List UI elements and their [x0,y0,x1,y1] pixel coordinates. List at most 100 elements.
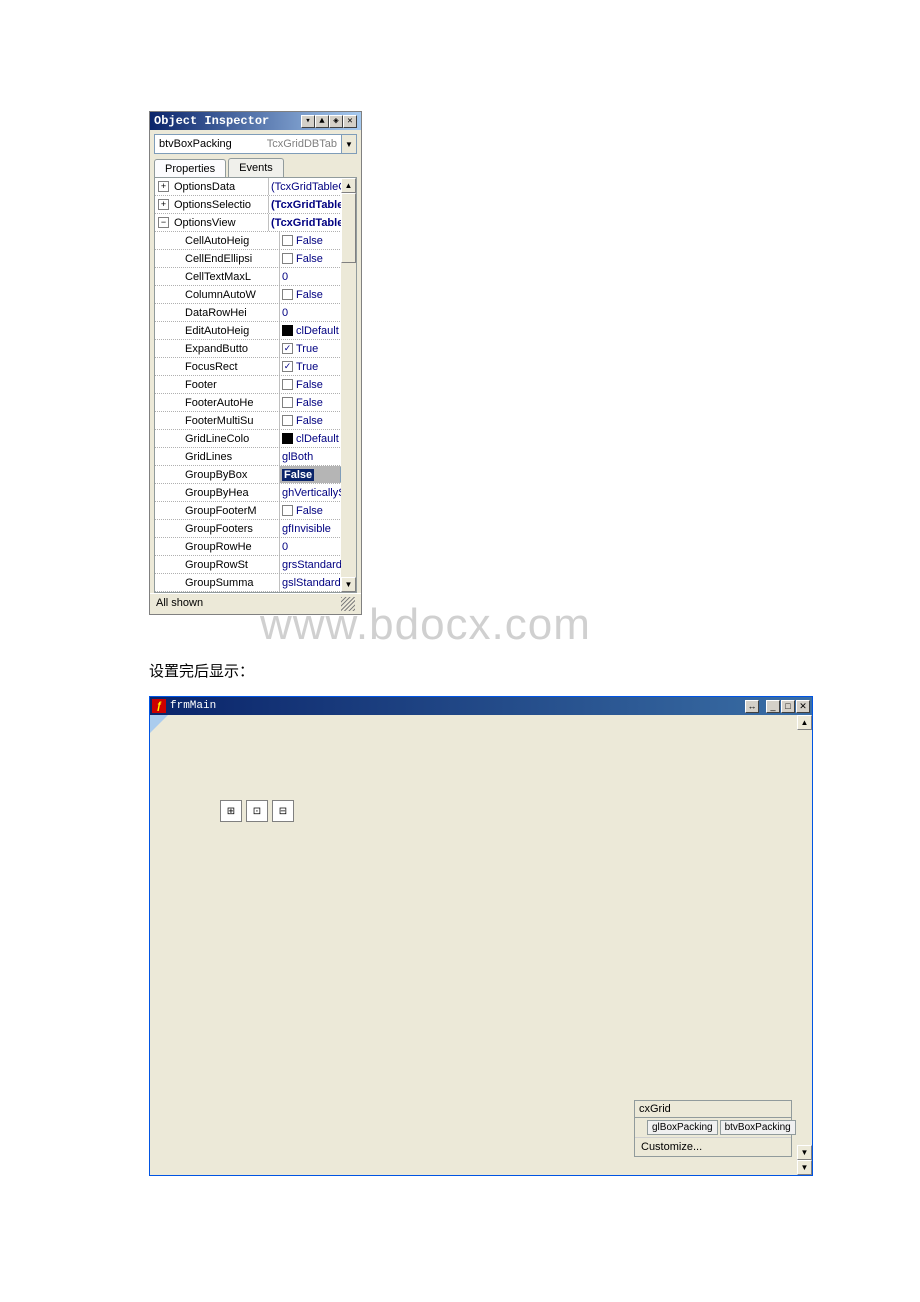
expand-spacer [169,325,180,336]
property-name: EditAutoHeig [183,325,279,337]
property-row[interactable]: FooterAutoHeFalse [155,394,356,412]
customize-button[interactable]: Customize... [635,1138,791,1156]
stay-on-top-icon[interactable]: ↔ [745,700,759,713]
expand-spacer [169,379,180,390]
property-name: GroupByBox [183,469,279,481]
component-name: btvBoxPacking [155,136,236,152]
designer-window: ƒ frmMain ↔ _ □ ✕ ⊞ ⊡ ⊟ cxGrid glBoxPack… [149,696,813,1176]
property-name: GridLineColo [183,433,279,445]
property-row[interactable]: +OptionsData(TcxGridTableO [155,178,356,196]
expand-icon[interactable]: + [158,199,169,210]
maximize-icon[interactable]: □ [781,700,795,713]
scroll-down-icon[interactable]: ▼ [797,1145,812,1160]
property-row[interactable]: CellAutoHeigFalse [155,232,356,250]
grid-level-row: glBoxPacking btvBoxPacking [635,1118,791,1138]
property-row[interactable]: CellTextMaxL0 [155,268,356,286]
property-row[interactable]: GroupSummagslStandard [155,574,356,592]
property-name: GroupRowSt [183,559,279,571]
property-name: GroupFooterM [183,505,279,517]
minimize-icon[interactable]: _ [766,700,780,713]
expand-spacer [169,343,180,354]
checkbox-icon[interactable] [282,289,293,300]
property-row[interactable]: FooterMultiSuFalse [155,412,356,430]
property-row[interactable]: DataRowHei0 [155,304,356,322]
scroll-up-icon[interactable]: ▲ [797,715,812,730]
expand-spacer [169,469,180,480]
checkbox-icon[interactable]: ✓ [282,343,293,354]
dataset-icon[interactable]: ⊞ [220,800,242,822]
property-row[interactable]: GridLineColoclDefault [155,430,356,448]
expand-spacer [169,451,180,462]
component-icon[interactable]: ⊟ [272,800,294,822]
color-swatch-icon [282,325,293,336]
rollup-icon[interactable]: ▲ [315,115,329,128]
checkbox-icon[interactable] [282,397,293,408]
scroll-up-icon[interactable]: ▲ [341,178,356,193]
property-name: Footer [183,379,279,391]
grid-structure-panel[interactable]: cxGrid glBoxPacking btvBoxPacking Custom… [634,1100,792,1157]
caption-label: 设置完后显示： [149,660,254,681]
property-row[interactable]: ExpandButto✓True [155,340,356,358]
designer-title: frmMain [170,700,745,712]
property-row[interactable]: EditAutoHeigclDefault [155,322,356,340]
checkbox-icon[interactable] [282,235,293,246]
inspector-tabs: Properties Events [154,158,357,177]
scrollbar-vertical[interactable]: ▲ ▼ [341,178,356,592]
property-name: ColumnAutoW [183,289,279,301]
component-combo[interactable]: btvBoxPacking TcxGridDBTab ▼ [154,134,357,154]
scroll-down-icon[interactable]: ▼ [341,577,356,592]
datasource-icon[interactable]: ⊡ [246,800,268,822]
tab-events[interactable]: Events [228,158,284,177]
combo-dropdown-icon[interactable]: ▼ [341,135,356,153]
close-icon[interactable]: ✕ [796,700,810,713]
object-inspector-titlebar[interactable]: Object Inspector ▾ ▲ ◈ ✕ [150,112,361,130]
scroll-down-corner-icon[interactable]: ▼ [797,1160,812,1175]
grid-level-label[interactable]: glBoxPacking [647,1120,718,1135]
expand-spacer [169,505,180,516]
checkbox-icon[interactable]: ✓ [282,361,293,372]
property-row[interactable]: GroupRowHe0 [155,538,356,556]
property-row[interactable]: GroupByHeaghVerticallyShift [155,484,356,502]
expand-spacer [169,523,180,534]
grid-view-label[interactable]: btvBoxPacking [720,1120,796,1135]
resize-grip-icon[interactable] [341,597,355,611]
grid-root-label[interactable]: cxGrid [635,1101,791,1118]
expand-spacer [169,541,180,552]
dropdown-icon[interactable]: ▾ [301,115,315,128]
property-row[interactable]: +OptionsSelectio(TcxGridTable [155,196,356,214]
designer-titlebar[interactable]: ƒ frmMain ↔ _ □ ✕ [150,697,812,715]
tab-properties[interactable]: Properties [154,159,226,178]
property-row[interactable]: CellEndEllipsiFalse [155,250,356,268]
delphi-icon: ƒ [152,699,166,713]
pin-icon[interactable]: ◈ [329,115,343,128]
designer-scrollbar-v[interactable]: ▲ ▼ [797,715,812,1160]
expand-spacer [169,487,180,498]
expand-icon[interactable]: + [158,181,169,192]
expand-spacer [169,235,180,246]
property-row[interactable]: FooterFalse [155,376,356,394]
status-text: All shown [156,597,203,611]
property-name: GridLines [183,451,279,463]
close-icon[interactable]: ✕ [343,115,357,128]
property-row[interactable]: −OptionsView(TcxGridTable [155,214,356,232]
property-row[interactable]: GroupFooterMFalse [155,502,356,520]
property-row[interactable]: FocusRect✓True [155,358,356,376]
selection-corner-icon [150,715,168,733]
property-row[interactable]: GroupByBoxFalse▼ [155,466,356,484]
scroll-thumb[interactable] [341,193,356,263]
expand-spacer [169,415,180,426]
checkbox-icon[interactable] [282,379,293,390]
property-name: FooterMultiSu [183,415,279,427]
checkbox-icon[interactable] [282,505,293,516]
property-row[interactable]: GridLinesglBoth [155,448,356,466]
property-row[interactable]: GroupFootersgfInvisible [155,520,356,538]
expand-spacer [169,433,180,444]
checkbox-icon[interactable] [282,253,293,264]
property-row[interactable]: GroupRowStgrsStandard [155,556,356,574]
property-name: ExpandButto [183,343,279,355]
property-row[interactable]: ColumnAutoWFalse [155,286,356,304]
expand-spacer [169,289,180,300]
collapse-icon[interactable]: − [158,217,169,228]
designer-client-area[interactable]: ⊞ ⊡ ⊟ cxGrid glBoxPacking btvBoxPacking … [150,715,812,1175]
checkbox-icon[interactable] [282,415,293,426]
